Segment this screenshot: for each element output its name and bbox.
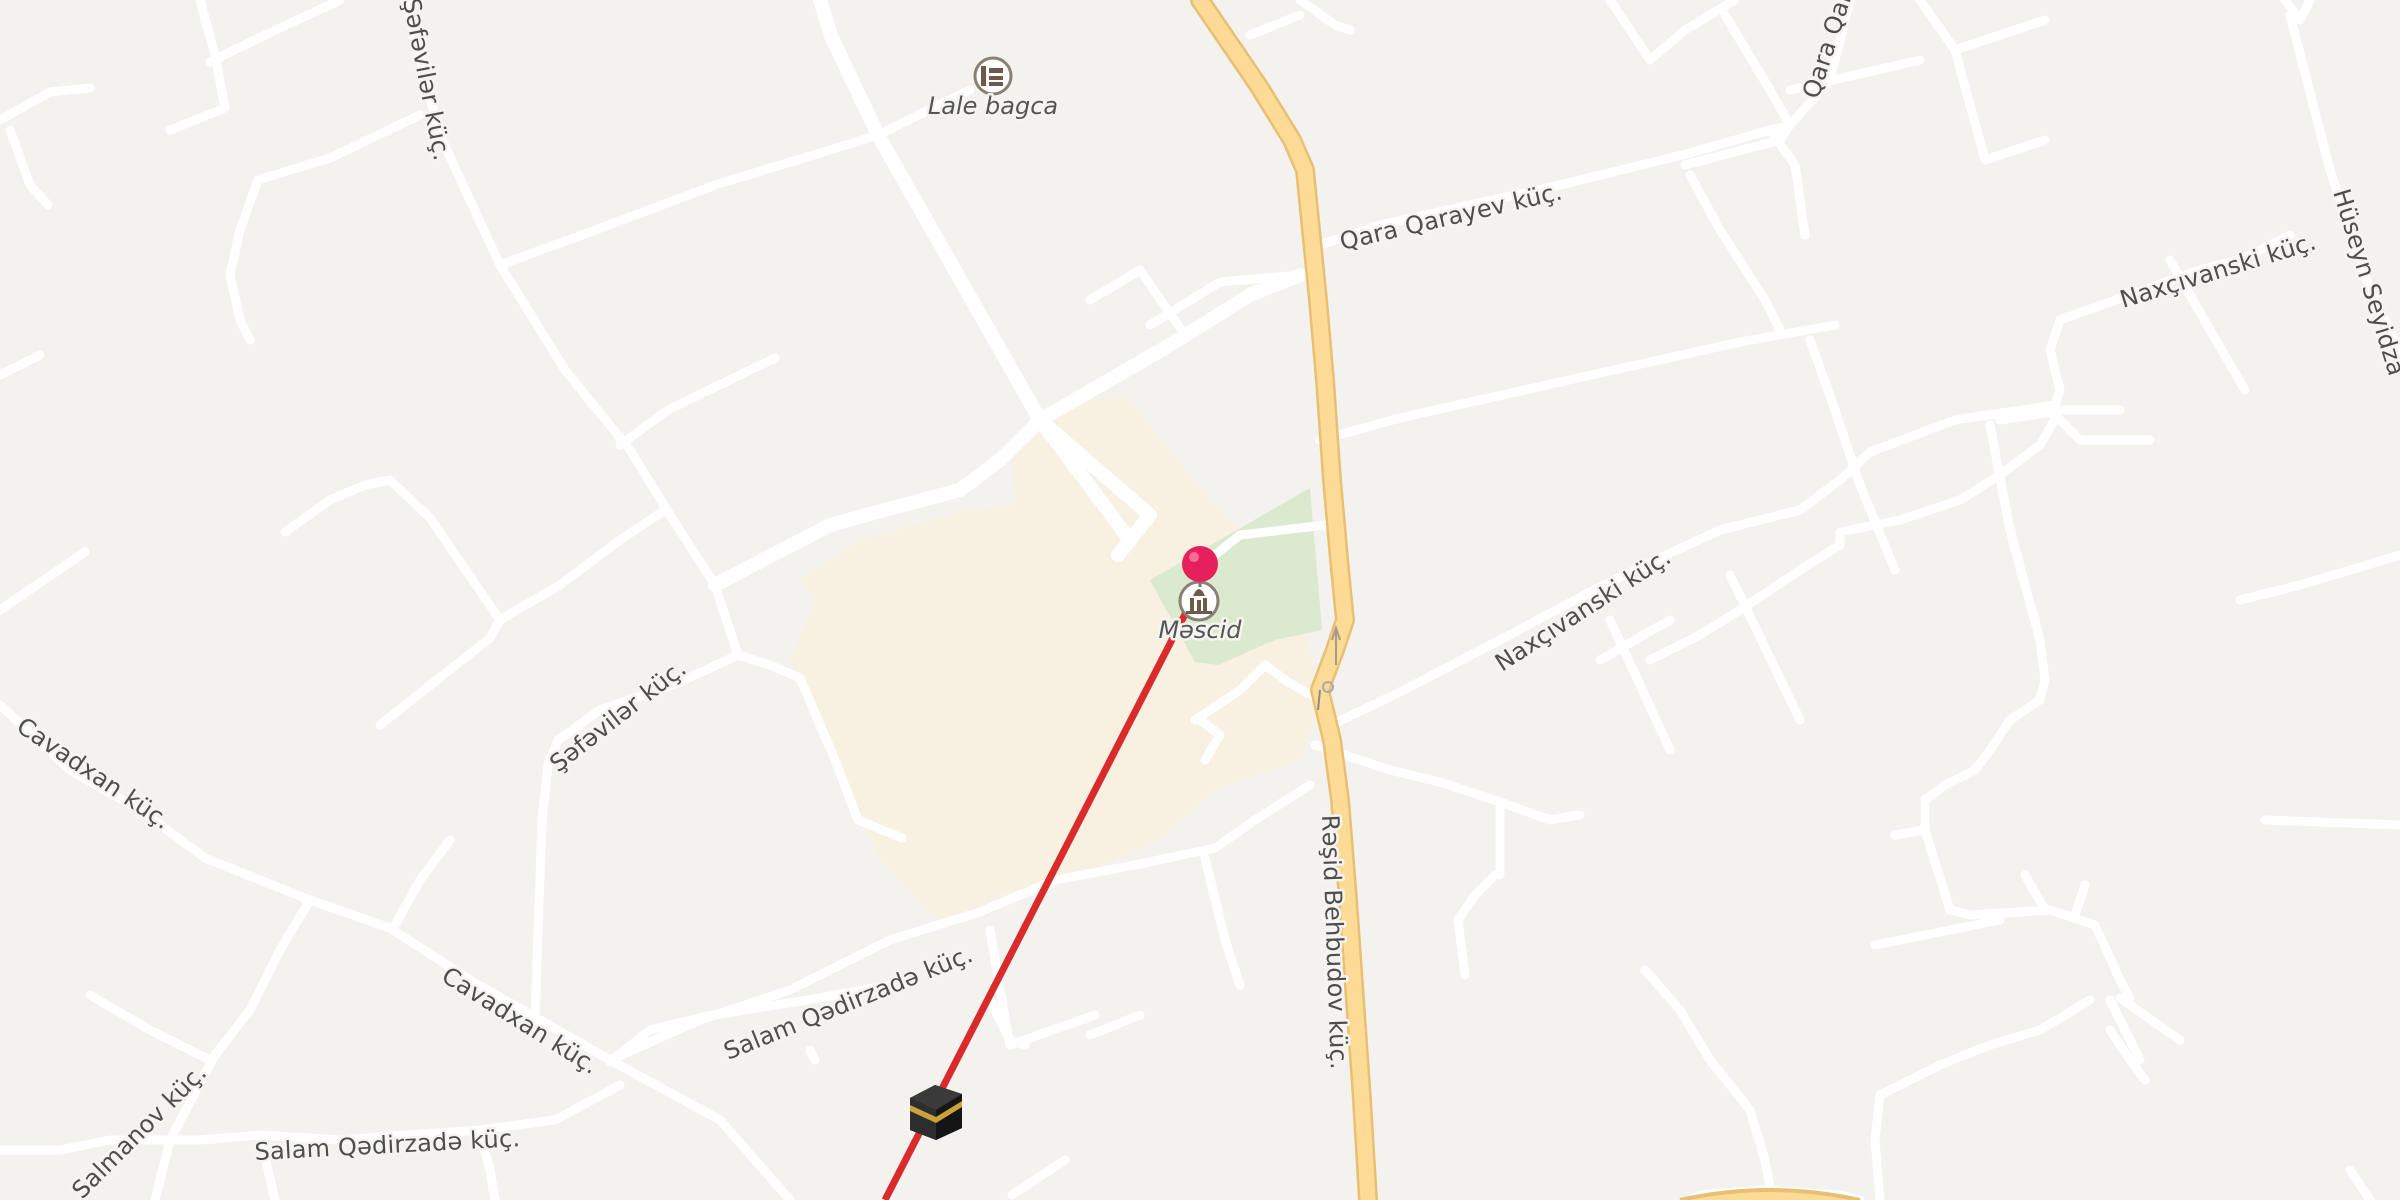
poi-label: Lale bagca <box>928 92 1058 120</box>
map-layer[interactable]: Şəfəvilər küç. Şəfəvilər küç. Qara Qaray… <box>0 0 2400 1200</box>
street-label-salmanov: Salmanov küç. <box>66 1058 212 1200</box>
landuse-area <box>790 398 1320 930</box>
street-label-qara-qarayev: Qara Qarayev küç. <box>1337 177 1565 255</box>
poi-label: Məscid <box>1158 616 1242 644</box>
street-label-salam-2: Salam Qədirzadə küç. <box>254 1124 521 1166</box>
street-label-safavilar-2: Şəfəvilər küç. <box>544 654 691 778</box>
map-canvas[interactable]: Şəfəvilər küç. Şəfəvilər küç. Qara Qaray… <box>0 0 2400 1200</box>
street-label-naxcivanski-1: Naxçıvanski küç. <box>2117 227 2320 313</box>
kaaba-icon[interactable] <box>910 1085 962 1140</box>
street-label-cavadxan-2: Cavadxan küç. <box>437 961 604 1080</box>
street-label-cavadxan-1: Cavadxan küç. <box>12 712 176 835</box>
poi-lale-bagca[interactable]: Lale bagca <box>925 56 1061 123</box>
street-label-huseyn: Hüseyn Seyidza <box>2327 186 2400 380</box>
street-label-safavilar-1: Şəfəvilər küç. <box>397 0 456 163</box>
